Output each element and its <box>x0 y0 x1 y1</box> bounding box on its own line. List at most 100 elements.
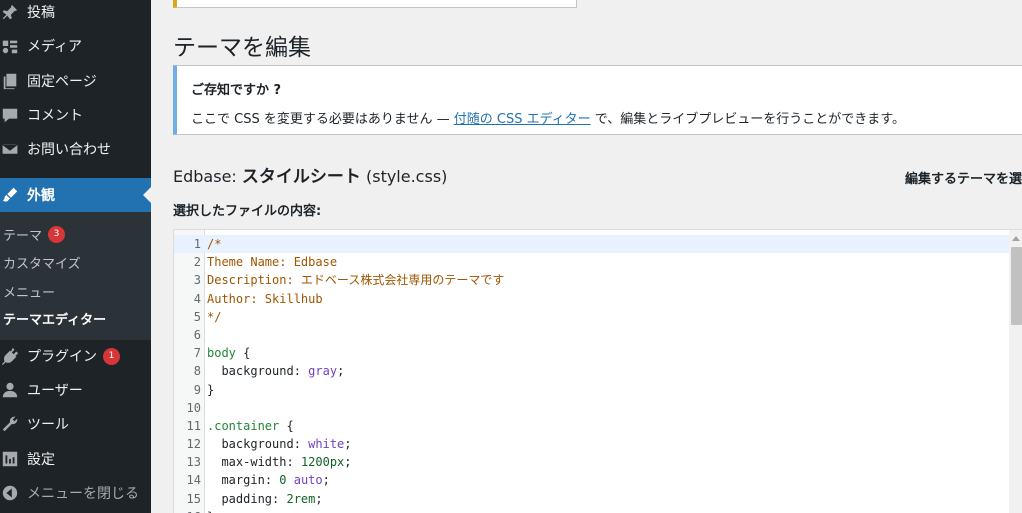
line-number: 13 <box>186 455 201 470</box>
submenu-label: カスタマイズ <box>3 257 81 272</box>
line-number: 1 <box>193 237 201 251</box>
menu-users[interactable]: ユーザー <box>0 373 151 407</box>
collapse-icon <box>0 483 20 503</box>
line-number: 3 <box>193 273 201 288</box>
info-notice: ご存知ですか ? ここで CSS を変更する必要はありません — 付随の CSS… <box>173 65 1022 135</box>
line-number: 5 <box>193 309 201 324</box>
code-line: 6 <box>174 326 1009 344</box>
menu-appearance[interactable]: 外観 <box>0 178 151 212</box>
notice-text-after: で、編集とライブプレビューを行うことができます。 <box>590 112 905 127</box>
mail-icon <box>0 139 20 159</box>
brush-icon <box>0 185 20 205</box>
code-text: /* <box>207 237 222 251</box>
menu-comments[interactable]: コメント <box>0 98 151 132</box>
notice-text: ここで CSS を変更する必要はありません — 付随の CSS エディター で、… <box>191 108 905 127</box>
menu-label: お問い合わせ <box>27 142 111 158</box>
code-line: 7 body { <box>174 344 1009 362</box>
css-editor-link[interactable]: 付随の CSS エディター <box>454 112 591 127</box>
comment-icon <box>0 105 20 125</box>
media-icon <box>0 36 20 56</box>
file-heading: Edbase: スタイルシート (style.css) <box>173 162 447 187</box>
menu-label: プラグイン <box>27 349 97 365</box>
collapse-menu-button[interactable]: メニューを閉じる <box>0 476 151 510</box>
update-count-badge: 3 <box>48 226 66 243</box>
notice-text-before: ここで CSS を変更する必要はありません — <box>191 112 454 127</box>
menu-label: 固定ページ <box>27 74 97 90</box>
code-line: 5 */ <box>174 308 1009 326</box>
line-number: 4 <box>193 291 201 306</box>
code-text: background: white; <box>221 437 352 452</box>
code-lines: 1 /* 2 Theme Name: Edbase 3 Description: エドベー… <box>174 235 1009 513</box>
code-text: */ <box>207 309 222 324</box>
submenu-themes[interactable]: テーマ 3 <box>3 225 66 244</box>
menu-label: メニューを閉じる <box>27 486 139 502</box>
select-theme-label: 編集するテーマを選 <box>905 172 1022 187</box>
update-count-badge: 1 <box>103 347 120 365</box>
line-number: 7 <box>193 346 201 361</box>
code-line: 4 Author: Skillhub <box>174 290 1009 308</box>
code-line: 1 /* <box>174 235 1009 254</box>
theme-name: Edbase: <box>173 167 237 186</box>
menu-plugins[interactable]: プラグイン 1 <box>0 339 151 373</box>
editor-scrollbar[interactable] <box>1009 230 1022 513</box>
code-line: 9} <box>174 381 1009 399</box>
code-line: 16} <box>174 508 1009 513</box>
menu-media[interactable]: メディア <box>0 29 151 63</box>
content-label: 選択したファイルの内容: <box>173 204 322 219</box>
menu-label: メディア <box>27 39 83 55</box>
menu-label: 投稿 <box>27 5 55 21</box>
menu-label: 設定 <box>27 452 55 468</box>
code-text: } <box>201 508 214 513</box>
code-line: 3 Description: エドベース株式会社専用のテーマです <box>174 271 1009 289</box>
line-number: 16 <box>174 508 201 513</box>
code-editor[interactable]: 1 /* 2 Theme Name: Edbase 3 Description: エドベー… <box>173 229 1022 513</box>
line-number: 10 <box>186 400 201 415</box>
user-icon <box>0 380 20 400</box>
code-text: .container { <box>207 418 294 433</box>
settings-icon <box>0 449 20 469</box>
code-text: margin: 0 auto; <box>221 473 330 488</box>
line-number: 11 <box>186 418 201 433</box>
menu-contact[interactable]: お問い合わせ <box>0 132 151 166</box>
submenu-label: テーマエディター <box>3 313 107 328</box>
file-filename: (style.css) <box>365 167 448 186</box>
line-number: 6 <box>193 327 201 342</box>
submenu-customize[interactable]: カスタマイズ <box>3 253 81 272</box>
menu-settings[interactable]: 設定 <box>0 442 151 476</box>
submenu-label: テーマ <box>3 229 43 244</box>
submenu-theme-editor[interactable]: テーマエディター <box>3 309 106 328</box>
menu-tools[interactable]: ツール <box>0 407 151 441</box>
warning-notice-remnant <box>173 0 577 8</box>
page-title: テーマを編集 <box>173 35 311 61</box>
scroll-up-arrow-icon[interactable] <box>1012 236 1020 241</box>
menu-posts[interactable]: 投稿 <box>0 0 151 29</box>
admin-sidebar: 投稿 メディア 固定ページ コメント お問い合わせ 外観 テーマ 3 カスタマイ… <box>0 0 151 513</box>
menu-label: ツール <box>27 417 69 433</box>
code-line: 13 max-width: 1200px; <box>174 453 1009 471</box>
pages-icon <box>0 71 20 91</box>
code-line: 14 margin: 0 auto; <box>174 471 1009 489</box>
line-number: 2 <box>193 255 201 270</box>
submenu-menus[interactable]: メニュー <box>3 282 55 301</box>
line-number: 14 <box>186 473 201 488</box>
line-number: 12 <box>186 437 201 452</box>
code-text: } <box>207 382 215 397</box>
code-line: 2 Theme Name: Edbase <box>174 253 1009 271</box>
code-line: 15 padding: 2rem; <box>174 490 1009 508</box>
appearance-submenu: テーマ 3 カスタマイズ メニュー テーマエディター <box>0 212 151 340</box>
code-text: Description: エドベース株式会社専用のテーマです <box>207 273 505 288</box>
wrench-icon <box>0 414 20 434</box>
code-text: max-width: 1200px; <box>221 455 352 470</box>
code-text: padding: 2rem; <box>221 491 323 506</box>
notice-title: ご存知ですか ? <box>191 83 282 98</box>
menu-label: 外観 <box>27 188 55 204</box>
file-name: スタイルシート <box>241 167 361 187</box>
code-line: 10 <box>174 399 1009 417</box>
scroll-thumb[interactable] <box>1011 247 1022 325</box>
menu-label: コメント <box>27 108 83 124</box>
menu-pages[interactable]: 固定ページ <box>0 64 151 98</box>
code-text: Theme Name: Edbase <box>207 255 338 270</box>
code-text: background: gray; <box>221 364 345 379</box>
